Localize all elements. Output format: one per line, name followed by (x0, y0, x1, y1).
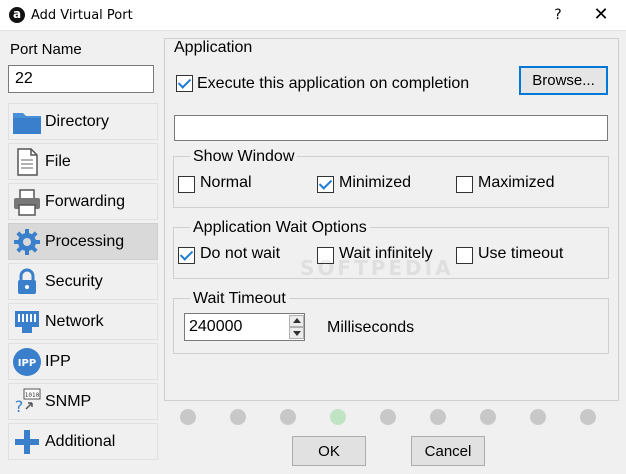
application-title: Application (172, 39, 255, 57)
timeout-stepper[interactable] (184, 313, 305, 341)
step-dot (480, 409, 496, 425)
timeout-unit-label: Milliseconds (327, 319, 415, 336)
step-dot (180, 409, 196, 425)
do-not-wait-label: Do not wait (200, 245, 281, 262)
port-name-label: Port Name (10, 41, 82, 58)
sidebar-item-label: SNMP (45, 393, 92, 410)
svg-text:?: ? (15, 397, 24, 416)
sidebar-item-label: File (45, 153, 71, 170)
app-icon: a (9, 7, 25, 23)
wait-options-title: Application Wait Options (190, 219, 370, 237)
step-dot-active (330, 409, 346, 425)
sidebar-nav: Directory File Forwarding Processing Sec… (8, 103, 158, 463)
printer-icon (14, 189, 40, 216)
title-bar: a Add Virtual Port ? ✕ (0, 0, 626, 31)
ipp-icon: IPP (13, 348, 41, 376)
browse-button[interactable]: Browse... (519, 66, 608, 95)
execute-checkbox[interactable] (176, 75, 193, 92)
file-icon (17, 148, 38, 176)
ipp-icon-text: IPP (18, 358, 36, 369)
step-dot (530, 409, 546, 425)
step-dot (580, 409, 596, 425)
maximized-checkbox[interactable] (456, 176, 473, 193)
sidebar-item-snmp[interactable]: 1010 ? SNMP (8, 383, 158, 420)
sidebar-item-directory[interactable]: Directory (8, 103, 158, 140)
use-timeout-checkbox[interactable] (456, 247, 473, 264)
maximized-label: Maximized (478, 174, 555, 191)
step-dot (380, 409, 396, 425)
step-dot (280, 409, 296, 425)
network-icon (15, 311, 39, 333)
ok-button[interactable]: OK (292, 436, 366, 466)
folder-icon (13, 113, 41, 134)
do-not-wait-checkbox[interactable] (178, 247, 195, 264)
gear-icon (14, 229, 40, 255)
sidebar-item-security[interactable]: Security (8, 263, 158, 300)
use-timeout-label: Use timeout (478, 245, 564, 262)
wait-timeout-title: Wait Timeout (190, 290, 289, 308)
close-button[interactable]: ✕ (588, 4, 614, 26)
show-window-title: Show Window (190, 148, 298, 166)
plus-icon (15, 430, 39, 454)
window-title: Add Virtual Port (31, 8, 133, 23)
sidebar-item-label: Processing (45, 233, 125, 250)
cancel-button[interactable]: Cancel (411, 436, 485, 466)
application-path-input[interactable] (174, 115, 608, 141)
sidebar-item-additional[interactable]: Additional (8, 423, 158, 460)
stepper-up-icon[interactable] (289, 315, 304, 327)
sidebar-item-label: Network (45, 313, 104, 330)
sidebar-item-label: Forwarding (45, 193, 126, 210)
snmp-icon-text: 1010 (25, 392, 40, 399)
sidebar-item-label: Additional (45, 433, 116, 450)
minimized-checkbox[interactable] (317, 176, 334, 193)
sidebar-item-label: IPP (45, 353, 71, 370)
step-dot (430, 409, 446, 425)
lock-icon (18, 268, 36, 294)
sidebar-item-network[interactable]: Network (8, 303, 158, 340)
execute-label: Execute this application on completion (197, 75, 470, 92)
stepper-down-icon[interactable] (289, 327, 304, 339)
sidebar-item-label: Directory (45, 113, 110, 130)
snmp-icon: 1010 ? (15, 388, 41, 416)
help-button[interactable]: ? (546, 4, 570, 26)
sidebar-item-ipp[interactable]: IPP IPP (8, 343, 158, 380)
sidebar-item-label: Security (45, 273, 103, 290)
port-name-input[interactable] (8, 65, 154, 93)
watermark: SOFTPEDIA (300, 256, 454, 280)
step-dot (230, 409, 246, 425)
normal-label: Normal (200, 174, 252, 191)
normal-checkbox[interactable] (178, 176, 195, 193)
sidebar-item-file[interactable]: File (8, 143, 158, 180)
sidebar-item-processing[interactable]: Processing (8, 223, 158, 260)
sidebar-item-forwarding[interactable]: Forwarding (8, 183, 158, 220)
minimized-label: Minimized (339, 174, 412, 191)
